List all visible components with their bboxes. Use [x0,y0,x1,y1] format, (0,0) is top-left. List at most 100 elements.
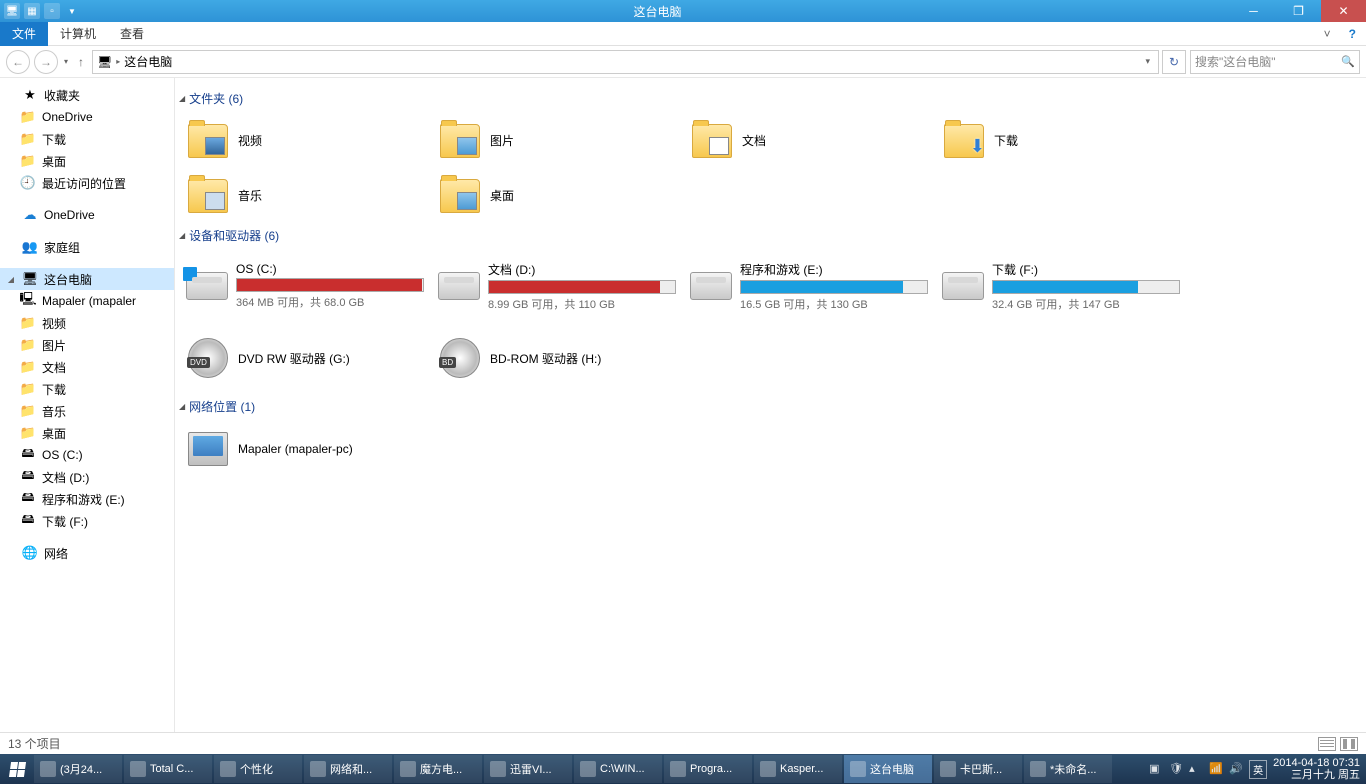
app-icon [220,761,236,777]
taskbar-button[interactable]: 卡巴斯... [934,755,1022,783]
nav-pc-downloads[interactable]: 📁下载 [0,378,174,400]
taskbar-button[interactable]: Progra... [664,755,752,783]
tray-icon[interactable]: 🛡 [1169,762,1183,776]
ribbon-tab-computer[interactable]: 计算机 [48,22,108,46]
close-button[interactable]: ✕ [1321,0,1366,22]
window-title: 这台电脑 [84,3,1231,20]
drive-item[interactable]: 程序和游戏 (E:) 16.5 GB 可用，共 130 GB [683,250,935,322]
nav-onedrive[interactable]: ☁OneDrive [0,204,174,226]
drive-item[interactable]: 下载 (F:) 32.4 GB 可用，共 147 GB [935,250,1187,322]
taskbar-button[interactable]: 迅雷VI... [484,755,572,783]
folder-icon: 📁 [20,403,36,419]
qat-properties-icon[interactable]: ▦ [24,3,40,19]
folder-icon: 📁 [20,315,36,331]
item-label: 视频 [238,132,424,149]
nav-up-button[interactable]: ↑ [74,55,88,69]
app-icon [400,761,416,777]
homegroup-icon: 👥 [22,239,38,255]
drive-item[interactable]: DVDDVD RW 驱动器 (G:) [179,322,431,394]
nav-pc-pictures[interactable]: 📁图片 [0,334,174,356]
nav-network[interactable]: 🌐网络 [0,542,174,564]
app-icon [490,761,506,777]
ribbon-tab-file[interactable]: 文件 [0,22,48,46]
taskbar-button[interactable]: C:\WIN... [574,755,662,783]
nav-pc-drive-e[interactable]: 🖴程序和游戏 (E:) [0,488,174,510]
qat-newfolder-icon[interactable]: ▫ [44,3,60,19]
folder-icon [440,179,480,213]
taskbar-button[interactable]: *未命名... [1024,755,1112,783]
nav-pc-music[interactable]: 📁音乐 [0,400,174,422]
taskbar-button[interactable]: 魔方电... [394,755,482,783]
capacity-label: 364 MB 可用，共 68.0 GB [236,294,424,310]
start-button[interactable] [0,754,34,784]
app-icon[interactable]: 🖥 [4,3,20,19]
nav-pc-drive-c[interactable]: 🖴OS (C:) [0,444,174,466]
nav-fav-onedrive[interactable]: 📁OneDrive [0,106,174,128]
address-dropdown-icon[interactable]: ▾ [1141,56,1154,67]
search-box[interactable]: 搜索"这台电脑" 🔍 [1190,50,1360,74]
nav-pc-mapaler[interactable]: 🖳Mapaler (mapaler [0,290,174,312]
taskbar-button[interactable]: (3月24... [34,755,122,783]
tray-icon[interactable]: ▣ [1149,762,1163,776]
drive-item[interactable]: BDBD-ROM 驱动器 (H:) [431,322,683,394]
nav-pc-videos[interactable]: 📁视频 [0,312,174,334]
nav-back-button[interactable]: ← [6,50,30,74]
app-icon [310,761,326,777]
maximize-button[interactable]: ❐ [1276,0,1321,22]
cloud-icon: ☁ [22,207,38,223]
folder-item[interactable]: 图片 [431,113,683,168]
nav-favorites[interactable]: ★收藏夹 [0,84,174,106]
minimize-button[interactable]: ─ [1231,0,1276,22]
taskbar-clock[interactable]: 2014-04-18 07:31 三月十九 周五 [1273,757,1360,781]
nav-fav-desktop[interactable]: 📁桌面 [0,150,174,172]
taskbar-button[interactable]: 这台电脑 [844,755,932,783]
taskbar-button[interactable]: Kasper... [754,755,842,783]
nav-forward-button[interactable]: → [34,50,58,74]
refresh-button[interactable]: ↻ [1162,50,1186,74]
item-label: 下载 (F:) [992,261,1180,278]
taskbar-button[interactable]: Total C... [124,755,212,783]
folder-item[interactable]: 桌面 [431,168,683,223]
nav-recent-icon[interactable]: ▾ [62,57,70,66]
address-bar[interactable]: 🖥 ▸ 这台电脑 ▾ [92,50,1159,74]
nav-fav-recent[interactable]: 🕘最近访问的位置 [0,172,174,194]
nav-thispc[interactable]: ◢🖥这台电脑 [0,268,174,290]
group-drives-header[interactable]: ◢设备和驱动器 (6) [179,223,1362,250]
nav-pc-documents[interactable]: 📁文档 [0,356,174,378]
item-label: 图片 [490,132,676,149]
group-netloc-header[interactable]: ◢网络位置 (1) [179,394,1362,421]
folder-icon: 📁 [20,425,36,441]
drive-item[interactable]: OS (C:) 364 MB 可用，共 68.0 GB [179,250,431,322]
group-folders-header[interactable]: ◢文件夹 (6) [179,86,1362,113]
folder-item[interactable]: 音乐 [179,168,431,223]
nav-homegroup[interactable]: 👥家庭组 [0,236,174,258]
taskbar-button[interactable]: 个性化 [214,755,302,783]
ribbon-expand-icon[interactable]: ˅ [1316,27,1339,41]
breadcrumb-root[interactable]: 这台电脑 [124,53,172,70]
folder-item[interactable]: 文档 [683,113,935,168]
nav-pc-drive-d[interactable]: 🖴文档 (D:) [0,466,174,488]
ribbon-tab-view[interactable]: 查看 [108,22,156,46]
help-button[interactable]: ? [1339,27,1366,41]
item-label: 音乐 [238,187,424,204]
search-icon[interactable]: 🔍 [1341,55,1355,68]
netloc-item[interactable]: Mapaler (mapaler-pc) [179,421,431,476]
nav-pc-drive-f[interactable]: 🖴下载 (F:) [0,510,174,532]
computer-icon: 🖳 [20,293,36,309]
tray-network-icon[interactable]: 📶 [1209,762,1223,776]
folder-item[interactable]: 视频 [179,113,431,168]
nav-pc-desktop[interactable]: 📁桌面 [0,422,174,444]
breadcrumb-sep-icon[interactable]: ▸ [116,57,120,66]
nav-fav-downloads[interactable]: 📁下载 [0,128,174,150]
folder-item[interactable]: ⬇ 下载 [935,113,1187,168]
view-icons-button[interactable] [1340,737,1358,751]
tray-up-icon[interactable]: ▴ [1189,762,1203,776]
tray-volume-icon[interactable]: 🔊 [1229,762,1243,776]
taskbar-button[interactable]: 网络和... [304,755,392,783]
drive-item[interactable]: 文档 (D:) 8.99 GB 可用，共 110 GB [431,250,683,322]
drive-icon [690,272,732,300]
folder-icon: ⬇ [944,124,984,158]
qat-dropdown-icon[interactable]: ▼ [64,3,80,19]
view-details-button[interactable] [1318,737,1336,751]
ime-indicator[interactable]: 英 [1249,760,1267,779]
